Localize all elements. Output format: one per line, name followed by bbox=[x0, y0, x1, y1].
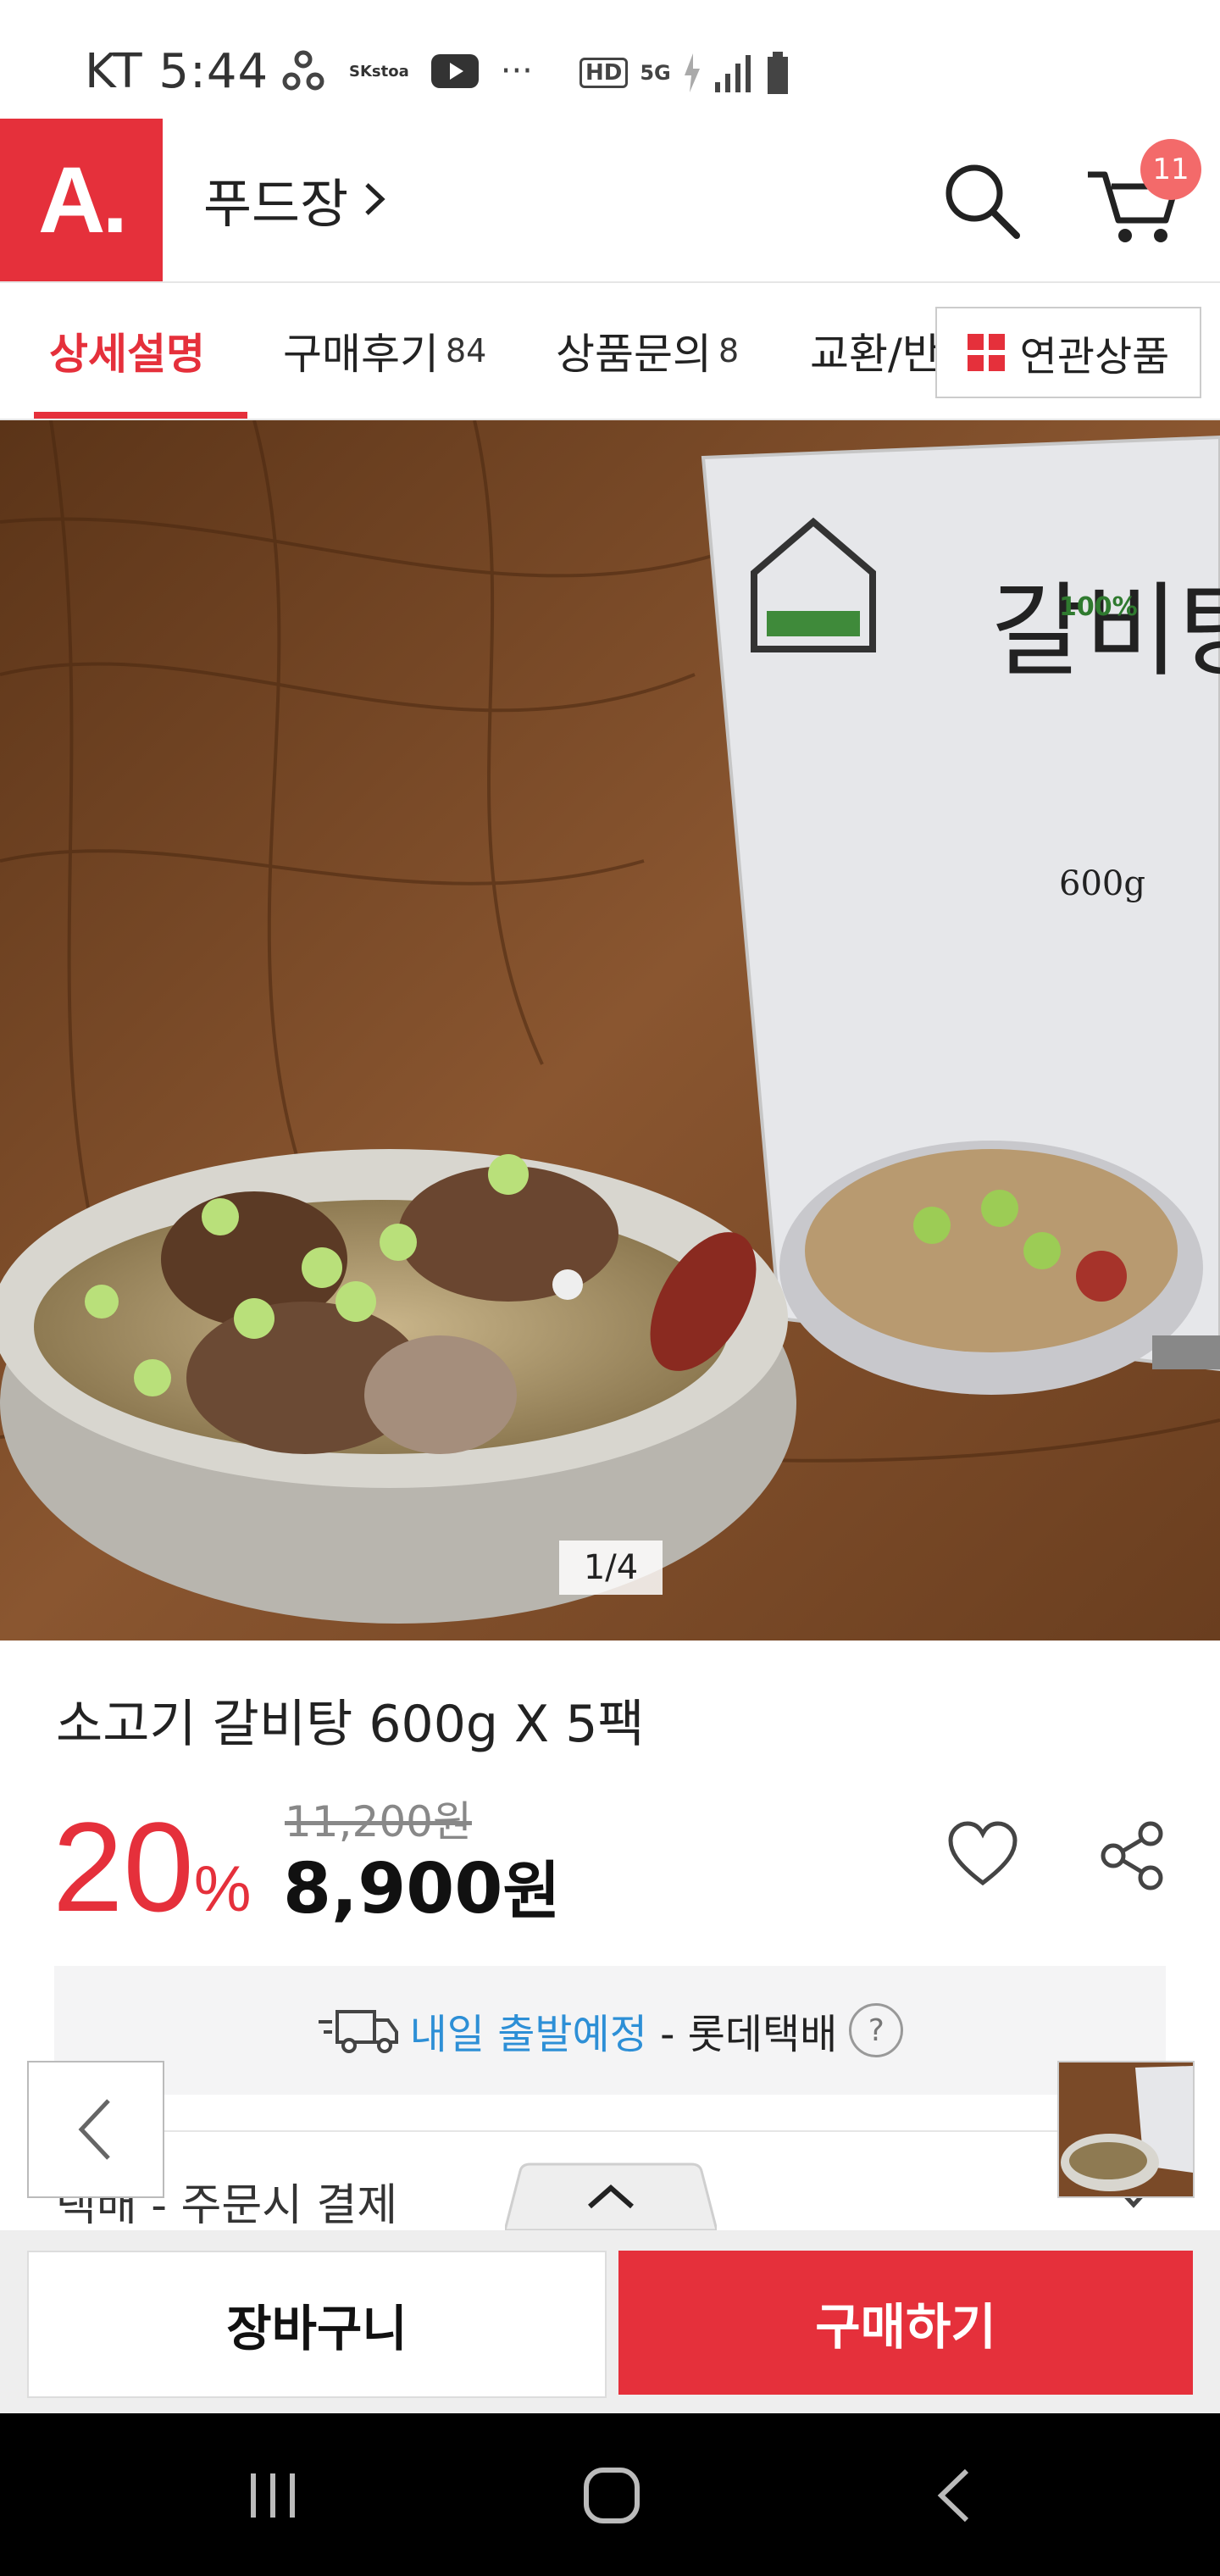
chevron-right-icon bbox=[365, 183, 385, 215]
home-button[interactable] bbox=[561, 2449, 663, 2542]
product-image-carousel[interactable]: 갈비탕 600g 100% bbox=[0, 420, 1220, 1641]
collapse-panel-tab[interactable] bbox=[505, 2162, 717, 2230]
sync-icon bbox=[282, 50, 324, 91]
sale-price-number: 8,900 bbox=[283, 1849, 503, 1929]
product-photo: 갈비탕 600g 100% bbox=[0, 420, 1220, 1641]
category-label: 푸드장 bbox=[203, 173, 349, 235]
shipping-info: 내일 출발예정 - 롯데택배 ? bbox=[54, 1966, 1166, 2095]
package-claim: 100% bbox=[1059, 592, 1138, 622]
app-logo[interactable]: A. bbox=[0, 119, 163, 281]
discount-number: 20 bbox=[53, 1796, 194, 1938]
package-title-char-1: 갈비탕 bbox=[991, 573, 1220, 691]
tab-reviews[interactable]: 구매후기 84 bbox=[283, 283, 486, 419]
back-icon bbox=[937, 2468, 969, 2523]
logo-text: A. bbox=[38, 147, 128, 253]
add-to-cart-button[interactable]: 장바구니 bbox=[27, 2251, 607, 2398]
tab-exchange-label: 교환/반 bbox=[810, 330, 941, 379]
cart-count-badge: 11 bbox=[1140, 139, 1201, 200]
category-breadcrumb[interactable]: 푸드장 bbox=[203, 161, 387, 237]
search-icon[interactable] bbox=[939, 158, 1023, 242]
truck-icon bbox=[318, 2010, 398, 2053]
app-header bbox=[0, 119, 1220, 283]
image-counter: 1/4 bbox=[559, 1541, 663, 1595]
charging-icon bbox=[684, 53, 700, 92]
signal-icon bbox=[714, 55, 751, 92]
hd-icon: HD bbox=[580, 58, 629, 88]
more-status-icon: ··· bbox=[500, 52, 533, 91]
sale-price: 8,900원 bbox=[283, 1840, 560, 1931]
tab-exchange[interactable]: 교환/반 bbox=[810, 283, 941, 419]
tab-inquiries-count: 8 bbox=[718, 332, 740, 369]
system-back-button[interactable] bbox=[903, 2449, 1005, 2542]
tab-details[interactable]: 상세설명 bbox=[49, 283, 205, 419]
bowl-image bbox=[0, 1149, 796, 1624]
thumbnail-image bbox=[1059, 2062, 1193, 2196]
buy-now-button[interactable]: 구매하기 bbox=[618, 2251, 1193, 2395]
tab-reviews-count: 84 bbox=[446, 332, 487, 369]
related-products-button[interactable]: 연관상품 bbox=[935, 307, 1201, 398]
home-icon bbox=[584, 2468, 640, 2523]
shipping-carrier: - 롯데택배 bbox=[646, 2011, 838, 2058]
chevron-left-icon bbox=[78, 2099, 110, 2160]
grid-icon bbox=[967, 334, 1005, 371]
share-icon[interactable] bbox=[1096, 1820, 1167, 1891]
tab-inquiries[interactable]: 상품문의 8 bbox=[556, 283, 739, 419]
tab-details-label: 상세설명 bbox=[49, 330, 205, 379]
discount-unit: % bbox=[193, 1853, 252, 1925]
sale-price-unit: 원 bbox=[502, 1855, 561, 1928]
battery-icon bbox=[767, 52, 788, 94]
tab-inquiries-label: 상품문의 bbox=[556, 330, 712, 379]
back-button[interactable] bbox=[27, 2061, 164, 2198]
package-weight: 600g bbox=[1059, 864, 1145, 903]
skstoa-icon: SKstoa bbox=[349, 62, 409, 80]
active-tab-indicator bbox=[34, 412, 247, 419]
tab-reviews-label: 구매후기 bbox=[283, 330, 439, 379]
status-system-icons: HD 5G bbox=[580, 49, 790, 97]
shipping-help-icon[interactable]: ? bbox=[849, 2003, 904, 2057]
section-divider bbox=[54, 2130, 1166, 2132]
discount-rate: 20% bbox=[53, 1803, 251, 1930]
recent-product-thumbnail[interactable] bbox=[1057, 2061, 1195, 2198]
related-products-label: 연관상품 bbox=[1019, 333, 1170, 380]
recent-apps-button[interactable] bbox=[222, 2449, 324, 2542]
5g-icon: 5G bbox=[640, 61, 671, 85]
status-app-icons: SKstoa ··· bbox=[280, 47, 533, 95]
status-time: KT 5:44 bbox=[85, 44, 269, 99]
recent-apps-icon bbox=[251, 2473, 295, 2518]
shipping-schedule: 내일 출발예정 bbox=[409, 2011, 647, 2058]
heart-icon[interactable] bbox=[947, 1820, 1018, 1888]
product-title: 소고기 갈비탕 600g X 5팩 bbox=[56, 1695, 645, 1754]
youtube-icon bbox=[430, 54, 479, 88]
